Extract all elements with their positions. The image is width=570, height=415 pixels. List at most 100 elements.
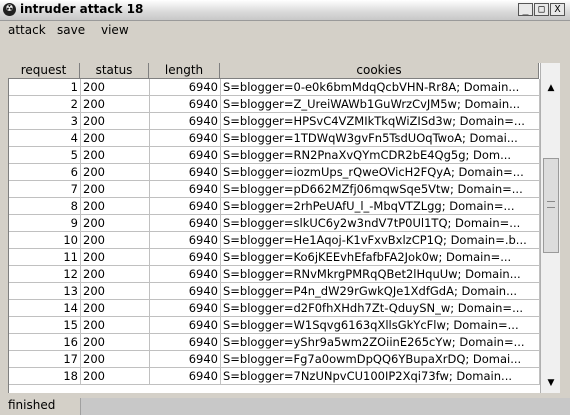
cell-status: 200 bbox=[81, 351, 150, 368]
cell-cookies: S=blogger=7NzUNpvCU100IP2Xqi73fw; Domain… bbox=[221, 368, 540, 385]
cell-length: 6940 bbox=[150, 283, 221, 300]
cell-cookies: S=blogger=2rhPeUAfU_l_-MbqVTZLgg; Domain… bbox=[221, 198, 540, 215]
cell-cookies: S=blogger=Z_UreiWAWb1GuWrzCvJM5w; Domain… bbox=[221, 96, 540, 113]
table-row[interactable]: 9 200 6940 S=blogger=slkUC6y2w3ndV7tP0Ul1TQ… bbox=[9, 215, 540, 232]
table-row[interactable]: 16 200 6940 S=blogger=yShr9a5wm2ZOiinE265cY… bbox=[9, 334, 540, 351]
cell-cookies: S=blogger=W1Sqvg6163qXllsGkYcFlw; Domain… bbox=[221, 317, 540, 334]
cell-request: 9 bbox=[9, 215, 81, 232]
column-header-cookies[interactable]: cookies bbox=[220, 63, 539, 78]
cell-request: 10 bbox=[9, 232, 81, 249]
cell-length: 6940 bbox=[150, 130, 221, 147]
cell-cookies: S=blogger=slkUC6y2w3ndV7tP0Ul1TQ; Domain… bbox=[221, 215, 540, 232]
table-header: request status length cookies bbox=[8, 63, 539, 79]
status-text: finished bbox=[8, 398, 56, 412]
cell-request: 13 bbox=[9, 283, 81, 300]
cell-cookies: S=blogger=RNvMkrgPMRqQBet2lHquUw; Domain… bbox=[221, 266, 540, 283]
cell-length: 6940 bbox=[150, 96, 221, 113]
cell-status: 200 bbox=[81, 249, 150, 266]
cell-request: 5 bbox=[9, 147, 81, 164]
cell-length: 6940 bbox=[150, 266, 221, 283]
cell-request: 8 bbox=[9, 198, 81, 215]
progress-bar bbox=[80, 398, 570, 415]
cell-status: 200 bbox=[81, 79, 150, 96]
cell-status: 200 bbox=[81, 113, 150, 130]
cell-request: 16 bbox=[9, 334, 81, 351]
table-row[interactable]: 14 200 6940 S=blogger=d2F0fhXHdh7Zt-QduySN_… bbox=[9, 300, 540, 317]
table-row[interactable]: 3 200 6940 S=blogger=HPSvC4VZMIkTkqWiZISd3w… bbox=[9, 113, 540, 130]
results-table: 1 200 6940 S=blogger=0-e0k6bmMdqQcbVHN-Rr8A… bbox=[8, 63, 540, 393]
maximize-button[interactable]: □ bbox=[534, 3, 549, 16]
cell-request: 1 bbox=[9, 79, 81, 96]
cell-cookies: S=blogger=RN2PnaXvQYmCDR2bE4Qg5g; Dom... bbox=[221, 147, 540, 164]
window-title: intruder attack 18 bbox=[20, 2, 144, 16]
vertical-scrollbar[interactable]: ▲ ▼ bbox=[540, 63, 560, 393]
cell-status: 200 bbox=[81, 334, 150, 351]
cell-length: 6940 bbox=[150, 232, 221, 249]
cell-request: 14 bbox=[9, 300, 81, 317]
table-row[interactable]: 12 200 6940 S=blogger=RNvMkrgPMRqQBet2lHquU… bbox=[9, 266, 540, 283]
cell-cookies: S=blogger=He1Aqoj-K1vFxvBxlzCP1Q; Domain… bbox=[221, 232, 540, 249]
table-row[interactable]: 11 200 6940 S=blogger=Ko6jKEEvhEfafbFA2Jok0… bbox=[9, 249, 540, 266]
menu-save[interactable]: save bbox=[57, 23, 85, 37]
cell-status: 200 bbox=[81, 283, 150, 300]
cell-request: 17 bbox=[9, 351, 81, 368]
cell-request: 11 bbox=[9, 249, 81, 266]
minimize-button[interactable]: _ bbox=[518, 3, 533, 16]
cell-status: 200 bbox=[81, 147, 150, 164]
column-header-length[interactable]: length bbox=[149, 63, 220, 78]
cell-status: 200 bbox=[81, 181, 150, 198]
cell-cookies: S=blogger=0-e0k6bmMdqQcbVHN-Rr8A; Domain… bbox=[221, 79, 540, 96]
table-row[interactable]: 4 200 6940 S=blogger=1TDWqW3gvFn5TsdUOqTwoA… bbox=[9, 130, 540, 147]
scroll-down-icon[interactable]: ▼ bbox=[543, 376, 559, 390]
cell-length: 6940 bbox=[150, 300, 221, 317]
grip-icon bbox=[547, 201, 555, 208]
cell-request: 18 bbox=[9, 368, 81, 385]
cell-status: 200 bbox=[81, 164, 150, 181]
cell-request: 7 bbox=[9, 181, 81, 198]
menu-bar: attack save view bbox=[0, 21, 570, 39]
cell-cookies: S=blogger=Ko6jKEEvhEfafbFA2Jok0w; Domain… bbox=[221, 249, 540, 266]
cell-cookies: S=blogger=yShr9a5wm2ZOiinE265cYw; Domain… bbox=[221, 334, 540, 351]
column-header-status[interactable]: status bbox=[80, 63, 149, 78]
menu-view[interactable]: view bbox=[101, 23, 129, 37]
cell-request: 2 bbox=[9, 96, 81, 113]
menu-attack[interactable]: attack bbox=[8, 23, 46, 37]
cell-length: 6940 bbox=[150, 164, 221, 181]
cell-status: 200 bbox=[81, 130, 150, 147]
scroll-up-icon[interactable]: ▲ bbox=[543, 81, 559, 95]
table-row[interactable]: 10 200 6940 S=blogger=He1Aqoj-K1vFxvBxlzCP1… bbox=[9, 232, 540, 249]
cell-length: 6940 bbox=[150, 368, 221, 385]
close-button[interactable]: X bbox=[550, 3, 565, 16]
table-row[interactable]: 15 200 6940 S=blogger=W1Sqvg6163qXllsGkYcFl… bbox=[9, 317, 540, 334]
cell-request: 12 bbox=[9, 266, 81, 283]
cell-request: 3 bbox=[9, 113, 81, 130]
table-row[interactable]: 7 200 6940 S=blogger=pD662MZfj06mqwSqe5Vtw;… bbox=[9, 181, 540, 198]
scroll-thumb[interactable] bbox=[543, 158, 559, 253]
table-row[interactable]: 17 200 6940 S=blogger=Fg7a0owmDpQQ6YBupaXrD… bbox=[9, 351, 540, 368]
table-row[interactable]: 1 200 6940 S=blogger=0-e0k6bmMdqQcbVHN-Rr8A… bbox=[9, 79, 540, 96]
table-row[interactable]: 13 200 6940 S=blogger=P4n_dW29rGwkQJe1XdfGd… bbox=[9, 283, 540, 300]
cell-length: 6940 bbox=[150, 198, 221, 215]
table-row[interactable]: 6 200 6940 S=blogger=iozmUps_rQweOVicH2FQyA… bbox=[9, 164, 540, 181]
cell-length: 6940 bbox=[150, 249, 221, 266]
cell-cookies: S=blogger=d2F0fhXHdh7Zt-QduySN_w; Domain… bbox=[221, 300, 540, 317]
table-row[interactable]: 8 200 6940 S=blogger=2rhPeUAfU_l_-MbqVTZLgg… bbox=[9, 198, 540, 215]
table-row[interactable]: 5 200 6940 S=blogger=RN2PnaXvQYmCDR2bE4Qg5g… bbox=[9, 147, 540, 164]
cell-status: 200 bbox=[81, 368, 150, 385]
cell-length: 6940 bbox=[150, 79, 221, 96]
cell-status: 200 bbox=[81, 96, 150, 113]
cell-cookies: S=blogger=HPSvC4VZMIkTkqWiZISd3w; Domain… bbox=[221, 113, 540, 130]
app-icon: ☢ bbox=[3, 3, 16, 16]
cell-status: 200 bbox=[81, 198, 150, 215]
cell-cookies: S=blogger=iozmUps_rQweOVicH2FQyA; Domain… bbox=[221, 164, 540, 181]
cell-length: 6940 bbox=[150, 215, 221, 232]
cell-length: 6940 bbox=[150, 147, 221, 164]
cell-status: 200 bbox=[81, 266, 150, 283]
table-row[interactable]: 18 200 6940 S=blogger=7NzUNpvCU100IP2Xqi73f… bbox=[9, 368, 540, 385]
table-row[interactable]: 2 200 6940 S=blogger=Z_UreiWAWb1GuWrzCvJM5w… bbox=[9, 96, 540, 113]
cell-cookies: S=blogger=P4n_dW29rGwkQJe1XdfGdA; Domain… bbox=[221, 283, 540, 300]
cell-request: 4 bbox=[9, 130, 81, 147]
cell-status: 200 bbox=[81, 317, 150, 334]
column-header-request[interactable]: request bbox=[8, 63, 80, 78]
cell-length: 6940 bbox=[150, 317, 221, 334]
